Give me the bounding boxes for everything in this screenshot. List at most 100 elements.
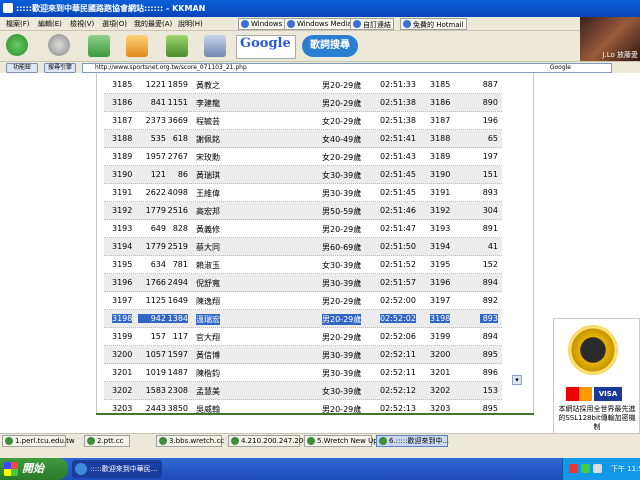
link-6[interactable]: 6.:::::歡迎來到中...: [376, 435, 449, 447]
network-icon[interactable]: [581, 464, 590, 473]
menu-edit[interactable]: 編輯(E): [38, 19, 62, 29]
menu-help[interactable]: 說明(H): [178, 19, 203, 29]
cell-rank: 895: [482, 350, 498, 359]
url-field[interactable]: http://www.sportsnet.org.tw/score_071103…: [82, 63, 612, 73]
link-3[interactable]: 3.bbs.wretch.cc: [156, 435, 224, 447]
table-row: 3201 1019 1487 陳楷鈞 男30-39歲 02:52:11 3201 896: [104, 364, 502, 382]
menu-view[interactable]: 檢視(V): [70, 19, 94, 29]
start-button[interactable]: 開始: [0, 458, 68, 480]
title-bar[interactable]: :::::歡迎來到中華民國路跑協會網站:::::: - KKMAN: [0, 0, 640, 17]
quick-link-windows[interactable]: Windows: [238, 18, 286, 30]
menu-file[interactable]: 檔案(F): [6, 19, 30, 29]
cell-a: 1125: [145, 296, 166, 305]
cell-id2: 3190: [430, 170, 451, 179]
cell-rank: 894: [482, 278, 498, 287]
cell-id2: 3187: [430, 116, 451, 125]
cell-name: 謝佩銘: [196, 135, 220, 144]
url-text: http://www.sportsnet.org.tw/score_071103…: [95, 64, 247, 71]
google-logo[interactable]: Google: [236, 35, 296, 59]
cell-group: 男60-69歲: [322, 243, 362, 252]
menu-favorites[interactable]: 我的最愛(A): [134, 19, 172, 29]
table-row: 3196 1766 2494 倪舒寬 男30-39歲 02:51:57 3196 894: [104, 274, 502, 292]
cell-id: 3201: [112, 368, 133, 377]
function-button[interactable]: 功能鈕: [6, 63, 38, 73]
table-row: 3193 649 828 黃義修 男20-29歲 02:51:47 3193 891: [104, 220, 502, 238]
cell-time: 02:52:06: [380, 332, 416, 341]
clock: 下午 11:59: [611, 465, 640, 473]
forward-arrow-icon[interactable]: [48, 34, 70, 56]
cell-group: 男20-29歲: [322, 297, 362, 306]
cell-b: 781: [172, 260, 188, 269]
quick-link-hotmail[interactable]: 免費的 Hotmail: [400, 18, 467, 30]
volume-icon[interactable]: [593, 464, 602, 473]
search-engine-button[interactable]: 搜尋引擎: [44, 63, 76, 73]
cell-b: 117: [172, 332, 188, 341]
cell-id2: 3185: [430, 80, 451, 89]
cell-a: 841: [150, 98, 166, 107]
cell-name: 賴淑玉: [196, 261, 220, 270]
cell-id: 3195: [112, 260, 133, 269]
cell-b: 1151: [167, 98, 188, 107]
cell-group: 男20-29歲: [322, 333, 362, 342]
cell-b: 2308: [167, 386, 188, 395]
cell-id: 3202: [112, 386, 133, 395]
cell-time: 02:52:02: [380, 314, 416, 323]
quick-link-custom[interactable]: 自訂連結: [350, 18, 394, 30]
avatar[interactable]: J.Lo 放藤愛: [580, 17, 640, 62]
cell-group: 男20-29歲: [322, 225, 362, 234]
refresh-icon[interactable]: [88, 35, 110, 57]
cell-time: 02:51:43: [380, 152, 416, 161]
cell-name: 官大翔: [196, 333, 220, 342]
table-row: 3185 1221 1859 黃教之 男20-29歲 02:51:33 3185 887: [104, 76, 502, 94]
cell-group: 女30-39歲: [322, 387, 362, 396]
link-2[interactable]: 2.ptt.cc: [84, 435, 130, 447]
cell-b: 2767: [167, 152, 188, 161]
scroll-down-icon[interactable]: ▾: [512, 375, 522, 385]
cell-a: 535: [150, 134, 166, 143]
home-icon[interactable]: [126, 35, 148, 57]
table-row: 3194 1779 2519 蔡大同 男60-69歲 02:51:50 3194 41: [104, 238, 502, 256]
antivirus-icon[interactable]: [569, 464, 578, 473]
cell-time: 02:51:38: [380, 116, 416, 125]
cell-id2: 3189: [430, 152, 451, 161]
quick-link-windows-media[interactable]: Windows Media: [284, 18, 355, 30]
cell-id2: 3191: [430, 188, 451, 197]
song-search-button[interactable]: 歌詞搜尋: [302, 35, 358, 57]
cell-rank: 895: [482, 404, 498, 413]
favorites-icon[interactable]: [166, 35, 188, 57]
ssl-badge[interactable]: VISA 本網站採用全世界最先進的SSL128bit傳輸加密機制: [553, 318, 640, 434]
cell-name: 程毓芸: [196, 117, 220, 126]
cell-id2: 3194: [430, 242, 451, 251]
cell-rank: 887: [482, 80, 498, 89]
quick-link-label: Windows: [251, 20, 283, 28]
back-arrow-icon[interactable]: [6, 34, 28, 56]
cell-b: 1649: [167, 296, 188, 305]
table-row: 3198 942 1384 溫瑞宏 男20-29歲 02:52:02 3198 893: [104, 310, 502, 328]
ie-icon: [353, 20, 361, 28]
cell-rank: 196: [482, 116, 498, 125]
cell-name: 倪舒寬: [196, 279, 220, 288]
cell-a: 1779: [145, 242, 166, 251]
cell-b: 1597: [167, 350, 188, 359]
ssl-text: 本網站採用全世界最先進的SSL128bit傳輸加密機制: [558, 405, 636, 431]
toolbar: Google 歌詞搜尋: [0, 31, 580, 61]
search-label: Google: [549, 64, 571, 71]
menu-options[interactable]: 選項(O): [102, 19, 127, 29]
cell-rank: 304: [482, 206, 498, 215]
cell-id: 3199: [112, 332, 133, 341]
mastercard-icon: [566, 387, 592, 401]
song-search-label: 歌詞搜尋: [310, 40, 350, 51]
link-4[interactable]: 4.210.200.247.200: [228, 435, 308, 447]
page-content: 3185 1221 1859 黃教之 男20-29歲 02:51:33 3185 887 318…: [0, 73, 640, 436]
link-5[interactable]: 5.Wretch New Up...: [304, 435, 384, 447]
page-icon: [379, 437, 387, 445]
cell-group: 男20-29歲: [322, 314, 362, 325]
cell-group: 女20-29歲: [322, 153, 362, 162]
system-tray: 下午 11:59: [562, 458, 640, 480]
cell-name: 王維偉: [196, 189, 220, 198]
taskbar-item-browser[interactable]: :::::歡迎來到中華民...: [72, 460, 162, 478]
cell-group: 男30-39歲: [322, 351, 362, 360]
cell-id2: 3193: [430, 224, 451, 233]
tools-icon[interactable]: [204, 35, 226, 57]
link-1[interactable]: 1.perl.tcu.edu.tw: [2, 435, 75, 447]
